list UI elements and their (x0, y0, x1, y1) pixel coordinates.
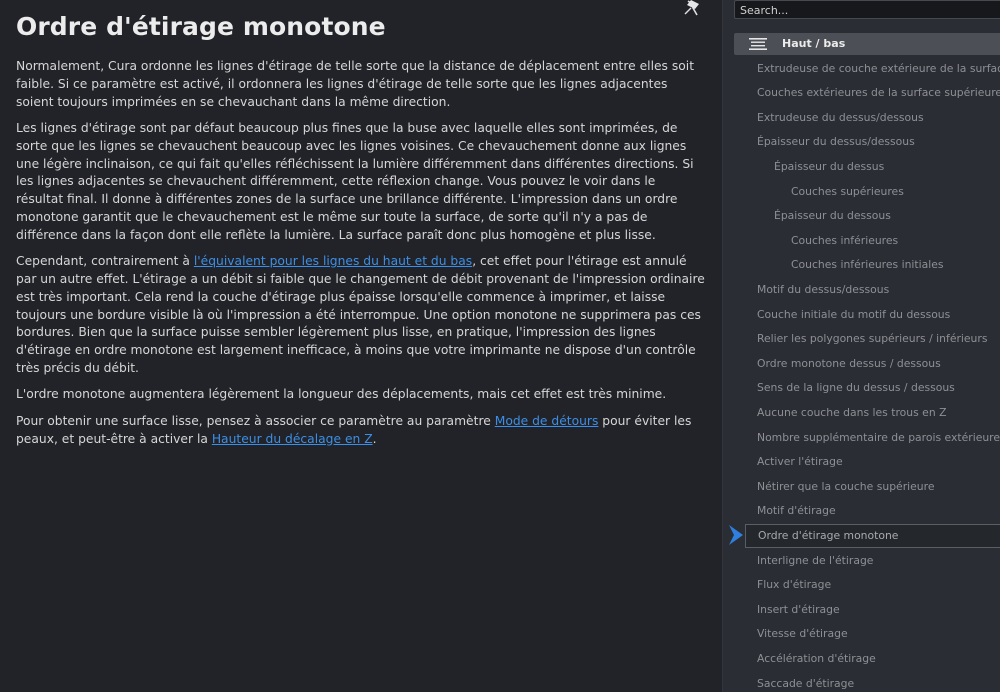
setting-item[interactable]: Flux d'étirage (757, 575, 831, 595)
setting-item[interactable]: Extrudeuse de couche extérieure de la su… (757, 59, 1000, 79)
pin-icon[interactable] (683, 0, 703, 16)
paragraph: L'ordre monotone augmentera légèrement l… (16, 387, 667, 402)
setting-item[interactable]: Extrudeuse du dessus/dessous (757, 108, 924, 128)
setting-item[interactable]: Couches supérieures (791, 182, 904, 202)
setting-item[interactable]: Motif du dessus/dessous (757, 280, 889, 300)
paragraph: Les lignes d'étirage sont par défaut bea… (16, 120, 694, 242)
setting-item[interactable]: Épaisseur du dessus/dessous (757, 132, 915, 152)
link-combing-mode[interactable]: Mode de détours (495, 414, 599, 428)
paragraph-text: . (372, 431, 377, 446)
setting-item[interactable]: Couche initiale du motif du dessous (757, 305, 950, 325)
chevron-right-icon (729, 525, 743, 545)
setting-item[interactable]: Nétirer que la couche supérieure (757, 477, 934, 497)
paragraph-text: Pour obtenir une surface lisse, pensez à… (16, 413, 495, 428)
article-body: Normalement, Cura ordonne les lignes d'é… (16, 58, 706, 457)
setting-item[interactable]: Ordre monotone dessus / dessous (757, 354, 941, 374)
paragraph-text: Cependant, contrairement à (16, 254, 194, 269)
setting-item[interactable]: Activer l'étirage (757, 452, 843, 472)
setting-item[interactable]: Épaisseur du dessus (774, 157, 884, 177)
link-z-hop-height[interactable]: Hauteur du décalage en Z (212, 432, 373, 446)
setting-item[interactable]: Vitesse d'étirage (757, 624, 848, 644)
setting-item[interactable]: Ordre d'étirage monotone (745, 523, 1000, 548)
settings-panel: Haut / bas Extrudeuse de couche extérieu… (722, 0, 1000, 692)
setting-item[interactable]: Relier les polygones supérieurs / inféri… (757, 329, 987, 349)
search-input[interactable] (734, 0, 1000, 19)
link-top-bottom-equivalent[interactable]: l'équivalent pour les lignes du haut et … (194, 254, 472, 268)
setting-item[interactable]: Accélération d'étirage (757, 649, 876, 669)
setting-item[interactable]: Nombre supplémentaire de parois extérieu… (757, 428, 1000, 448)
page-title: Ordre d'étirage monotone (16, 12, 386, 41)
layers-icon (749, 38, 767, 50)
setting-item[interactable]: Couches extérieures de la surface supéri… (757, 83, 1000, 103)
setting-item[interactable]: Couches inférieures (791, 231, 898, 251)
setting-item[interactable]: Couches inférieures initiales (791, 255, 944, 275)
paragraph: Normalement, Cura ordonne les lignes d'é… (16, 59, 695, 109)
setting-item[interactable]: Motif d'étirage (757, 501, 836, 521)
article-pane: Ordre d'étirage monotone Normalement, Cu… (0, 0, 722, 692)
setting-item[interactable]: Interligne de l'étirage (757, 551, 873, 571)
paragraph-text: , cet effet pour l'étirage est annulé pa… (16, 254, 705, 375)
setting-item[interactable]: Sens de la ligne du dessus / dessous (757, 378, 955, 398)
paragraph: Cependant, contrairement à l'équivalent … (16, 253, 706, 378)
paragraph: Pour obtenir une surface lisse, pensez à… (16, 413, 706, 449)
category-header[interactable]: Haut / bas (734, 33, 1000, 55)
setting-item[interactable]: Épaisseur du dessous (774, 206, 891, 226)
setting-item[interactable]: Saccade d'étirage (757, 674, 854, 692)
setting-item[interactable]: Aucune couche dans les trous en Z (757, 403, 947, 423)
setting-item[interactable]: Insert d'étirage (757, 600, 840, 620)
category-label: Haut / bas (782, 37, 846, 50)
